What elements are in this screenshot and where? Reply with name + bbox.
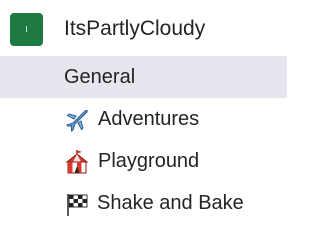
channel-item-playground[interactable]: Playground [0, 140, 287, 182]
channel-label-adventures: Adventures [98, 108, 200, 130]
airplane-icon [66, 109, 88, 132]
channel-item-general[interactable]: General [0, 56, 287, 98]
channel-label-shake-and-bake: Shake and Bake [97, 192, 244, 214]
team-avatar[interactable]: I [10, 13, 43, 46]
team-header[interactable]: I ItsPartlyCloudy [0, 0, 287, 56]
channel-item-shake-and-bake[interactable]: Shake and Bake [0, 182, 287, 224]
team-avatar-initial: I [25, 25, 28, 34]
channel-label-playground: Playground [98, 150, 200, 172]
circus-tent-icon [65, 150, 89, 174]
team-panel: I ItsPartlyCloudy General Adventures Pla… [0, 0, 287, 242]
team-name[interactable]: ItsPartlyCloudy [64, 16, 205, 42]
channel-list: General Adventures Playground Shake and … [0, 56, 287, 224]
checkered-flag-icon [67, 194, 88, 216]
channel-item-adventures[interactable]: Adventures [0, 98, 287, 140]
channel-label-general: General [64, 66, 136, 88]
